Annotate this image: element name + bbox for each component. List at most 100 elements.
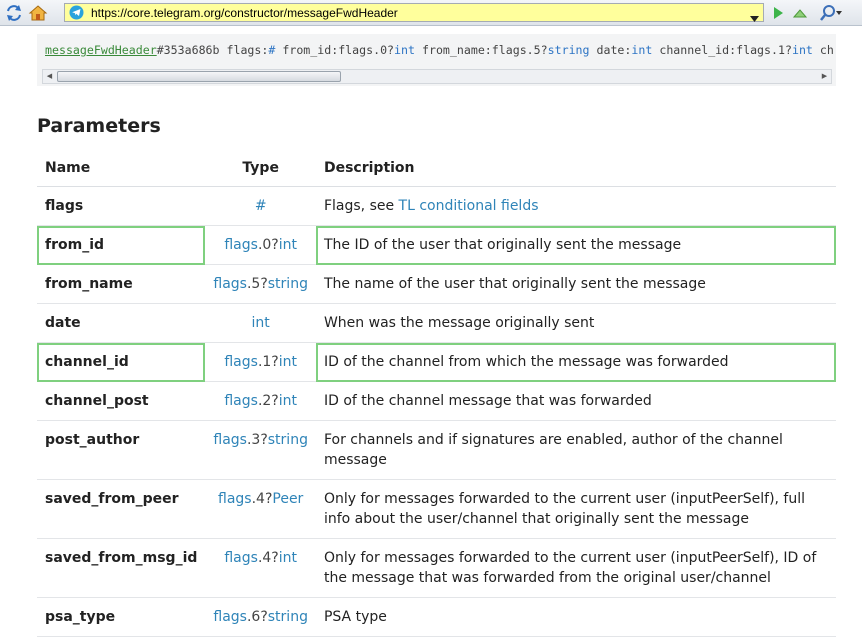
flags-link[interactable]: flags [213,276,247,292]
flags-link[interactable]: flags [224,354,258,370]
type-link[interactable]: int [279,354,297,370]
code-text: channel_id:flags.1? [652,43,792,57]
table-row: saved_from_msg_id flags.4?int Only for mes… [37,538,836,598]
table-row: date int When was the message originally s… [37,303,836,343]
param-type: flags.6?string [205,597,316,637]
url-text: https://core.telegram.org/constructor/me… [91,6,398,20]
description-link[interactable]: TL conditional fields [399,198,539,214]
table-row: saved_from_peer flags.4?Peer Only for mess… [37,479,836,539]
code-text: ch [812,43,834,57]
param-name: date [37,303,206,343]
flag-bit: .1? [257,354,279,370]
refresh-icon[interactable] [4,3,24,23]
flag-bit: .6? [246,609,268,625]
parameters-heading: Parameters [37,115,161,137]
table-row: channel_id flags.1?int ID of the channel f… [37,342,836,382]
table-row: channel_post flags.2?int ID of the channel… [37,381,836,421]
description-text: When was the message originally sent [323,315,595,331]
type-link[interactable]: int [252,315,270,331]
constructor-link[interactable]: messageFwdHeader [45,43,157,57]
code-type-keyword[interactable]: int [792,43,813,57]
address-bar[interactable]: https://core.telegram.org/constructor/me… [64,3,764,22]
flags-link[interactable]: flags [224,550,258,566]
scrollbar-thumb[interactable] [57,71,341,82]
type-link[interactable]: int [279,237,297,253]
param-type: flags.2?int [205,381,316,421]
flag-bit: .4? [257,550,279,566]
type-link[interactable]: string [268,276,308,292]
type-link[interactable]: int [279,550,297,566]
search-icon[interactable] [818,3,842,23]
param-type: # [205,186,316,226]
constructor-params: flags:# from_id:flags.0?int from_name:fl… [219,43,834,57]
constructor-code-block: messageFwdHeader#353a686b flags:# from_i… [37,34,836,86]
code-type-keyword[interactable]: int [394,43,415,57]
scroll-right-icon[interactable]: ▶ [818,70,831,83]
code-text: from_id:flags.0? [275,43,395,57]
flags-link[interactable]: flags [213,432,247,448]
table-row: flags # Flags, see TL conditional fields [37,186,836,226]
param-description: Only for messages forwarded to the curre… [315,538,836,598]
param-type: flags.0?int [205,225,316,265]
param-name: saved_from_msg_id [37,538,206,598]
table-row: psa_type flags.6?string PSA type [37,597,836,637]
home-icon[interactable] [28,3,48,23]
parameters-table: Name Type Description flags # Flags, see T… [37,149,836,637]
code-type-keyword[interactable]: string [548,43,590,57]
description-text: ID of the channel from which the message… [323,354,729,370]
param-description: Only for messages forwarded to the curre… [315,479,836,539]
param-name: from_id [37,225,206,265]
code-text: date: [589,43,632,57]
param-description: For channels and if signatures are enabl… [315,420,836,480]
param-description: Flags, see TL conditional fields [315,186,836,226]
param-name: post_author [37,420,206,480]
type-link[interactable]: string [268,432,308,448]
type-link[interactable]: string [268,609,308,625]
description-text: PSA type [323,609,387,625]
description-text: For channels and if signatures are enabl… [323,432,783,468]
horizontal-scrollbar[interactable]: ◀ ▶ [42,69,832,84]
param-type: flags.4?int [205,538,316,598]
column-header-name: Name [37,149,206,187]
flag-bit: .3? [246,432,268,448]
flag-bit: .4? [251,491,273,507]
table-row: from_id flags.0?int The ID of the user tha… [37,225,836,265]
code-type-keyword[interactable]: int [631,43,652,57]
flags-link[interactable]: flags [224,237,258,253]
param-name: channel_post [37,381,206,421]
table-row: post_author flags.3?string For channels an… [37,420,836,480]
flags-link[interactable]: flags [224,393,258,409]
param-description: ID of the channel from which the message… [315,342,836,382]
table-row: from_name flags.5?string The name of the u… [37,264,836,304]
description-text: Only for messages forwarded to the curre… [323,550,817,586]
telegram-icon [69,5,84,20]
code-text: from_name:flags.5? [415,43,548,57]
type-link[interactable]: # [255,198,267,214]
param-description: When was the message originally sent [315,303,836,343]
description-text: Only for messages forwarded to the curre… [323,491,806,527]
description-text: The ID of the user that originally sent … [323,237,682,253]
up-icon[interactable] [790,3,810,23]
param-description: ID of the channel message that was forwa… [315,381,836,421]
dropdown-icon[interactable] [750,8,759,27]
param-name: saved_from_peer [37,479,206,539]
flag-bit: .0? [257,237,279,253]
param-type: int [205,303,316,343]
code-text: flags: [219,43,269,57]
type-link[interactable]: int [279,393,297,409]
flag-bit: .5? [246,276,268,292]
param-type: flags.4?Peer [205,479,316,539]
param-type: flags.5?string [205,264,316,304]
description-text: Flags, see [323,198,399,214]
description-text: ID of the channel message that was forwa… [323,393,652,409]
param-description: The name of the user that originally sen… [315,264,836,304]
table-header-row: Name Type Description [37,149,836,187]
go-icon[interactable] [768,3,788,23]
type-link[interactable]: Peer [272,491,303,507]
table-body: flags # Flags, see TL conditional fields fr… [37,186,836,637]
flags-link[interactable]: flags [218,491,252,507]
param-name: from_name [37,264,206,304]
param-name: flags [37,186,206,226]
flags-link[interactable]: flags [213,609,247,625]
scroll-left-icon[interactable]: ◀ [43,70,56,83]
